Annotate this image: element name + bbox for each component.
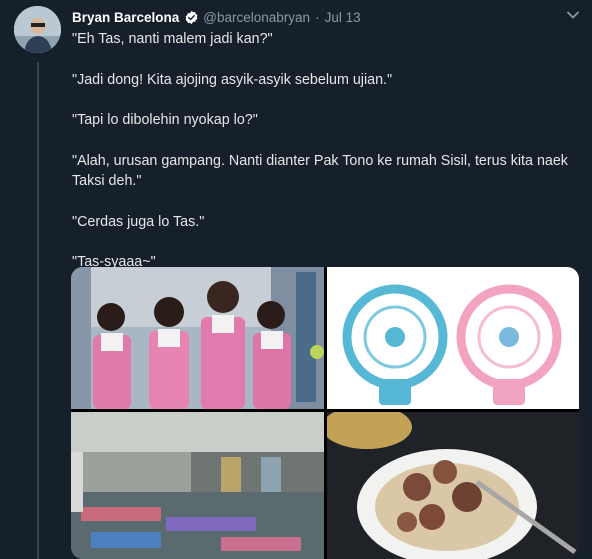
schoolgirls-photo[interactable] <box>71 267 324 409</box>
author-handle[interactable]: @barcelonabryan <box>203 10 310 25</box>
author-name[interactable]: Bryan Barcelona <box>72 10 179 25</box>
bakso-photo[interactable] <box>327 412 579 559</box>
verified-badge-icon <box>184 10 199 25</box>
fans-photo[interactable] <box>327 267 579 409</box>
tweet-date[interactable]: Jul 13 <box>325 10 361 25</box>
media-grid <box>71 267 579 559</box>
more-options-button[interactable] <box>562 6 584 24</box>
canteen-photo[interactable] <box>71 412 324 559</box>
tweet-line: "Cerdas juga lo Tas." <box>72 213 205 230</box>
thread-line <box>37 62 39 559</box>
tweet-header: Bryan Barcelona @barcelonabryan · Jul 13 <box>72 8 361 26</box>
chevron-down-icon <box>567 11 579 19</box>
tweet-text: "Eh Tas, nanti malem jadi kan?" "Jadi do… <box>72 29 572 273</box>
tweet-line: "Tapi lo dibolehin nyokap lo?" <box>72 112 258 128</box>
tweet-line: "Eh Tas, nanti malem jadi kan?" <box>72 31 273 47</box>
avatar[interactable] <box>14 6 61 53</box>
separator-dot: · <box>315 9 320 25</box>
tweet-line: "Jadi dong! Kita ajojing asyik-asyik seb… <box>72 71 393 88</box>
tweet-line: "Alah, urusan gampang. Nanti dianter Pak… <box>72 152 568 190</box>
